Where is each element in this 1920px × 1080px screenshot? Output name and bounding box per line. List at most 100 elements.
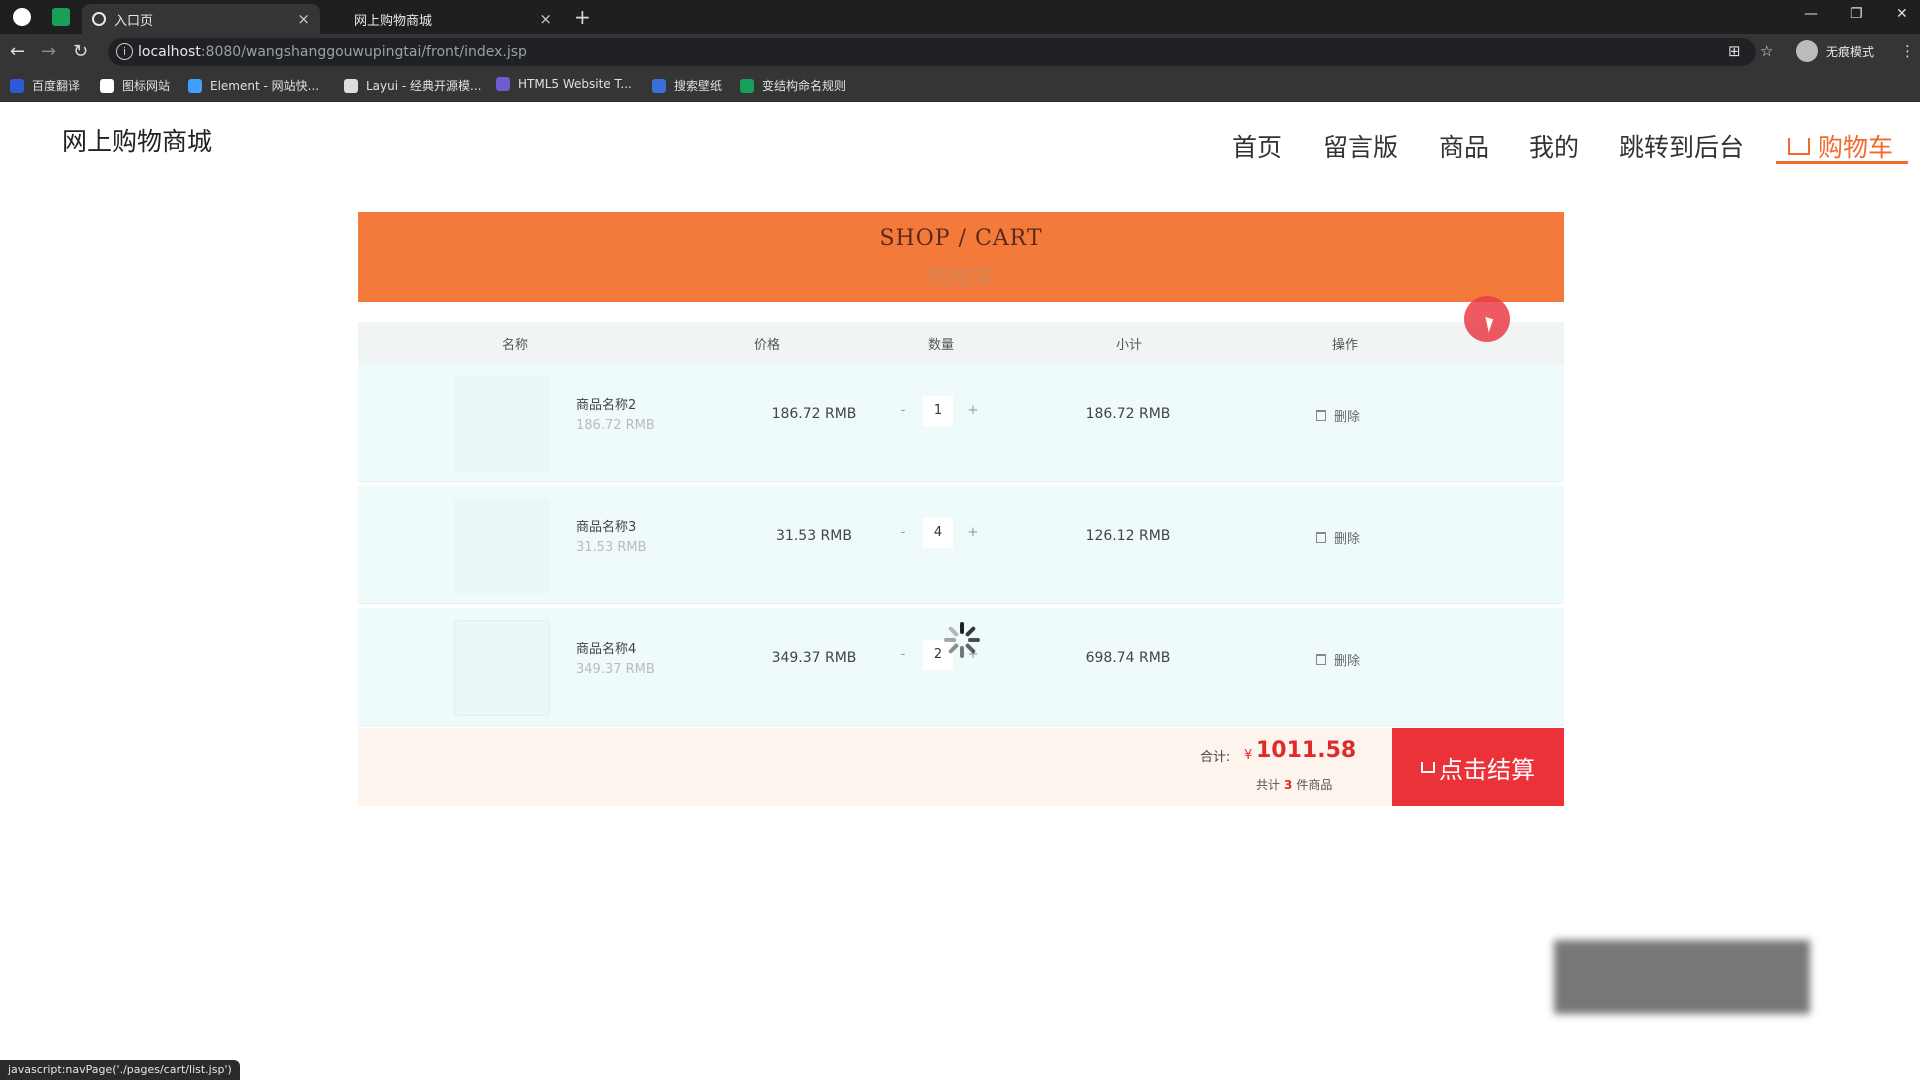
product-image[interactable] — [454, 620, 550, 716]
trash-icon — [1316, 532, 1326, 543]
close-icon[interactable]: × — [297, 10, 310, 28]
reload-icon[interactable]: ↻ — [73, 41, 88, 62]
delete-button[interactable]: 删除 — [1316, 528, 1360, 547]
delete-label: 删除 — [1334, 532, 1361, 547]
close-icon[interactable]: × — [539, 10, 552, 28]
bookmark-icon — [496, 77, 510, 91]
quantity-value[interactable]: 4 — [923, 518, 953, 548]
browser-tab-strip: 入口页 × 网上购物商城 × + — ❐ ✕ — [0, 0, 1920, 34]
browser-logo-icon — [13, 8, 31, 26]
bookmark-icon — [652, 78, 666, 93]
bookmark-item[interactable]: HTML5 Website T... — [496, 77, 632, 91]
delete-button[interactable]: 删除 — [1316, 406, 1360, 425]
loading-spinner-icon — [944, 622, 980, 658]
bookmark-icon — [740, 78, 754, 93]
decrease-button[interactable]: - — [888, 640, 918, 670]
decrease-button[interactable]: - — [888, 518, 918, 548]
incognito-icon — [1796, 40, 1818, 62]
globe-icon — [92, 12, 106, 26]
translate-icon[interactable]: ⊞ — [1728, 42, 1741, 60]
extension-icon[interactable] — [52, 8, 70, 26]
bookmarks-bar: 百度翻译 图标网站 Element - 网站快... Layui - 经典开源模… — [0, 70, 1920, 102]
quantity-stepper: - 4 + — [888, 518, 988, 548]
restore-button[interactable]: ❐ — [1850, 6, 1863, 22]
product-name[interactable]: 商品名称3 — [576, 516, 636, 535]
url-path: :8080/wangshanggouwupingtai/front/index.… — [200, 44, 527, 60]
address-bar-row: ← → ↻ i localhost:8080/wangshanggouwupin… — [0, 34, 1920, 70]
checkout-button[interactable]: 点击结算 — [1392, 728, 1564, 806]
count-value: 3 — [1284, 778, 1293, 792]
product-image[interactable] — [454, 498, 550, 594]
bookmark-label: Element - 网站快... — [210, 79, 320, 93]
flag-icon — [100, 78, 114, 93]
bookmark-label: 图标网站 — [122, 79, 171, 93]
product-image[interactable] — [454, 376, 550, 472]
bookmark-item[interactable]: Element - 网站快... — [188, 77, 319, 94]
quantity-stepper: - 1 + — [888, 396, 988, 426]
bookmark-label: Layui - 经典开源模... — [366, 79, 482, 93]
header-price: 价格 — [754, 338, 781, 353]
url-host: localhost — [138, 44, 201, 60]
cart-table-header: 名称 价格 数量 小计 操作 — [358, 322, 1564, 364]
total-label: 合计: — [1200, 750, 1231, 765]
cart-banner: SHOP / CART 购物车 — [358, 212, 1564, 302]
status-bar-link: javascript:navPage('./pages/cart/list.js… — [0, 1060, 240, 1080]
product-subtotal: 126.12 RMB — [1085, 528, 1171, 544]
menu-dots-icon[interactable]: ⋮ — [1900, 42, 1915, 60]
product-subtotal: 186.72 RMB — [1085, 406, 1171, 422]
nav-products[interactable]: 商品 — [1439, 128, 1489, 164]
close-window-button[interactable]: ✕ — [1896, 6, 1908, 22]
bookmark-item[interactable]: 图标网站 — [100, 77, 170, 94]
minimize-button[interactable]: — — [1804, 6, 1818, 22]
product-original-price: 186.72 RMB — [576, 418, 655, 433]
trash-icon — [1316, 410, 1326, 421]
cart-icon — [1421, 761, 1435, 773]
url-text: localhost:8080/wangshanggouwupingtai/fro… — [138, 44, 527, 60]
profile-label: 无痕模式 — [1826, 44, 1875, 59]
info-icon[interactable]: i — [116, 43, 133, 60]
tab-shop[interactable]: 网上购物商城 × — [344, 4, 562, 34]
bookmark-item[interactable]: 搜索壁纸 — [652, 77, 722, 94]
back-arrow-icon[interactable]: ← — [10, 41, 25, 62]
tab-label: 网上购物商城 — [354, 13, 433, 29]
increase-button[interactable]: + — [958, 518, 988, 548]
nav-mine[interactable]: 我的 — [1529, 128, 1579, 164]
bookmark-label: HTML5 Website T... — [518, 77, 632, 91]
url-input[interactable]: i localhost:8080/wangshanggouwupingtai/f… — [108, 38, 1756, 66]
delete-button[interactable]: 删除 — [1316, 650, 1360, 669]
product-original-price: 31.53 RMB — [576, 540, 647, 555]
blurred-overlay — [1554, 940, 1810, 1014]
incognito-profile[interactable]: 无痕模式 — [1796, 40, 1874, 62]
trash-icon — [1316, 654, 1326, 665]
bookmark-item[interactable]: 百度翻译 — [10, 77, 80, 94]
checkout-label: 点击结算 — [1439, 755, 1535, 784]
quantity-value[interactable]: 1 — [923, 396, 953, 426]
bookmark-label: 变结构命名规则 — [762, 79, 847, 93]
bookmark-item[interactable]: Layui - 经典开源模... — [344, 77, 481, 94]
bookmark-item[interactable]: 变结构命名规则 — [740, 77, 846, 94]
product-name[interactable]: 商品名称4 — [576, 638, 636, 657]
nav-cart-label: 购物车 — [1818, 133, 1894, 162]
site-title[interactable]: 网上购物商城 — [62, 122, 212, 158]
nav-home[interactable]: 首页 — [1232, 128, 1282, 164]
total-amount: 1011.58 — [1256, 738, 1357, 763]
count-suffix: 件商品 — [1296, 778, 1333, 792]
currency-symbol: ¥ — [1244, 748, 1253, 763]
product-price: 31.53 RMB — [776, 528, 852, 544]
nav-admin[interactable]: 跳转到后台 — [1619, 128, 1744, 164]
nav-cart[interactable]: 购物车 — [1788, 128, 1893, 164]
product-name[interactable]: 商品名称2 — [576, 394, 636, 413]
decrease-button[interactable]: - — [888, 396, 918, 426]
nav-messages[interactable]: 留言版 — [1323, 128, 1398, 164]
bookmark-icon — [344, 78, 358, 93]
nav-active-underline — [1776, 161, 1908, 164]
star-icon[interactable]: ☆ — [1760, 42, 1773, 60]
increase-button[interactable]: + — [958, 396, 988, 426]
tab-label: 入口页 — [114, 13, 154, 29]
header-name: 名称 — [502, 338, 529, 353]
cart-icon — [1788, 137, 1810, 155]
forward-arrow-icon[interactable]: → — [41, 41, 56, 62]
product-subtotal: 698.74 RMB — [1085, 650, 1171, 666]
tab-entry[interactable]: 入口页 × — [82, 4, 320, 34]
new-tab-button[interactable]: + — [574, 5, 591, 29]
